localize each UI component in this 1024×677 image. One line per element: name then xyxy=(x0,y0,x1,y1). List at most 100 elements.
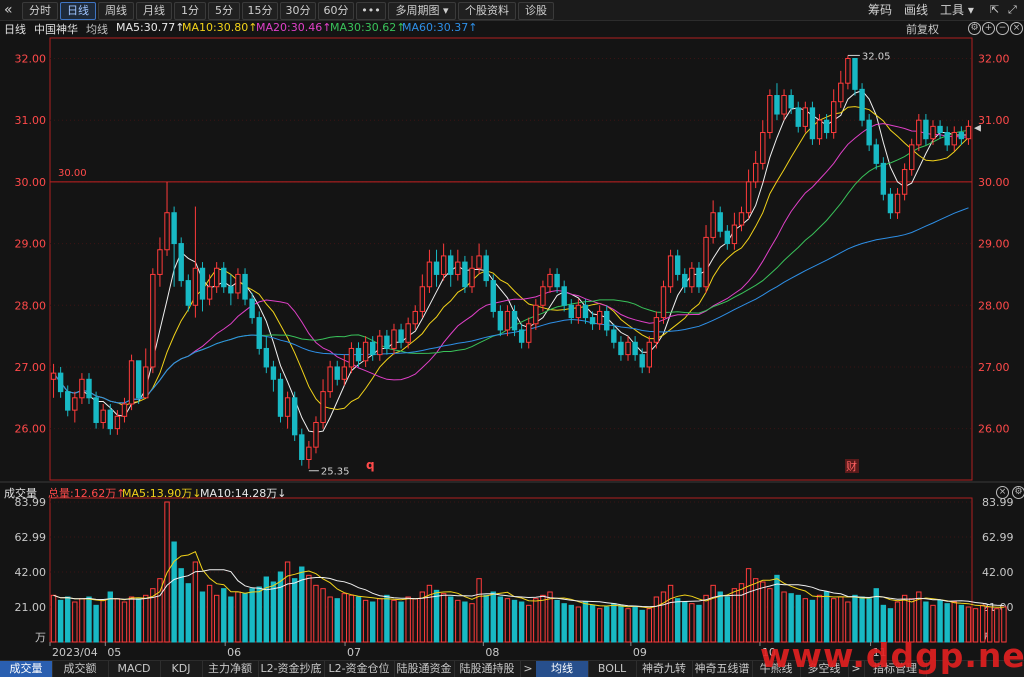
candle-body xyxy=(405,323,411,343)
candle-body xyxy=(774,95,780,115)
candle xyxy=(263,336,270,374)
candle xyxy=(561,280,567,312)
volume-bar xyxy=(291,578,298,643)
candle-body xyxy=(391,329,397,349)
candle-body xyxy=(717,212,723,232)
candle-body xyxy=(696,267,702,288)
candle-body xyxy=(448,255,454,275)
volume-bar xyxy=(391,599,397,643)
volume-bar xyxy=(192,561,199,643)
volume-bar xyxy=(249,588,255,643)
candle-body xyxy=(93,397,99,423)
volume-bar xyxy=(270,581,277,643)
candle xyxy=(299,428,305,466)
indicator-tab-6[interactable]: L2-资金仓位 xyxy=(324,661,395,677)
candle xyxy=(398,323,404,349)
candle xyxy=(327,360,333,398)
indicator-tab-8[interactable]: 陆股通持股 xyxy=(454,661,521,677)
candle xyxy=(618,336,624,361)
indicator-tab-3[interactable]: KDJ xyxy=(160,661,203,677)
indicator-tab-9[interactable]: > xyxy=(520,661,537,677)
candle-body xyxy=(334,366,340,380)
indicator-tab-2[interactable]: MACD xyxy=(108,661,161,677)
volume-bar xyxy=(57,599,64,643)
indicator-tab-5[interactable]: L2-资金抄底 xyxy=(258,661,325,677)
candle xyxy=(256,311,262,355)
volume-bar xyxy=(703,594,709,643)
candle-body xyxy=(370,341,376,356)
candle-body xyxy=(327,366,333,393)
volume-bar xyxy=(171,541,177,643)
candle xyxy=(937,120,943,139)
volume-bar xyxy=(526,604,532,643)
candle xyxy=(206,274,213,306)
volume-bar xyxy=(327,596,333,643)
candle-body xyxy=(206,286,213,300)
indicator-tab-11[interactable]: BOLL xyxy=(588,661,637,677)
volume-bar xyxy=(206,584,213,643)
candle-body xyxy=(738,212,745,226)
candle xyxy=(582,299,589,324)
kline-chart[interactable]: 26.00 26.00 27.00 27.00 28.00 28.00 29.00 29.00… xyxy=(0,0,1024,660)
candle-body xyxy=(171,212,177,245)
indicator-tab-7[interactable]: 陆股通资金 xyxy=(394,661,455,677)
indicator-tab-4[interactable]: 主力净额 xyxy=(202,661,259,677)
indicator-tab-13[interactable]: 神奇五线谱 xyxy=(692,661,753,677)
candle-body xyxy=(50,372,57,380)
candle-body xyxy=(689,267,695,288)
candle xyxy=(79,373,85,404)
candle-body xyxy=(674,255,681,275)
volume-bar xyxy=(221,588,227,643)
price-tick-right: 30.00 xyxy=(978,176,1010,189)
candle xyxy=(164,181,170,256)
candle-body xyxy=(433,261,440,275)
candle xyxy=(143,348,149,399)
candle-body xyxy=(426,261,433,288)
price-tick-right: 28.00 xyxy=(978,299,1010,312)
volume-bar xyxy=(412,598,418,643)
candle-body xyxy=(646,341,652,368)
volume-bar xyxy=(511,599,518,643)
candle-body xyxy=(213,267,220,288)
candle xyxy=(448,249,454,287)
indicator-tab-10[interactable]: 均线 xyxy=(536,661,589,677)
candle xyxy=(958,126,965,145)
volume-bar xyxy=(135,598,142,643)
indicator-tab-12[interactable]: 神奇九转 xyxy=(636,661,693,677)
candle xyxy=(660,280,667,324)
candle xyxy=(625,336,631,361)
candle-body xyxy=(362,341,369,362)
candle xyxy=(604,305,610,337)
volume-bar xyxy=(696,604,702,643)
volume-bar xyxy=(426,584,433,643)
volume-close-icon[interactable]: × xyxy=(996,486,1009,499)
volume-bar xyxy=(760,581,766,643)
candle-body xyxy=(660,286,667,319)
volume-bar xyxy=(752,578,759,643)
volume-bar xyxy=(717,591,723,643)
volume-bar xyxy=(469,603,475,643)
volume-unit-left: 万 xyxy=(35,631,46,644)
indicator-tab-0[interactable]: 成交量 xyxy=(0,661,53,677)
volume-bar xyxy=(596,608,603,643)
candle-body xyxy=(547,273,553,288)
volume-bar xyxy=(334,598,340,643)
volume-settings-icon[interactable]: ⚙ xyxy=(1012,486,1024,499)
candle xyxy=(242,268,248,306)
ma20-line xyxy=(53,123,969,404)
candle-body xyxy=(185,280,191,306)
candle-body xyxy=(384,335,390,349)
volume-bar xyxy=(256,586,262,643)
candle-body xyxy=(419,286,426,312)
candle xyxy=(150,268,156,374)
candle xyxy=(831,89,837,139)
volume-tick-right: 83.99 xyxy=(982,496,1014,509)
candle-body xyxy=(228,286,234,294)
candle-body xyxy=(767,95,773,134)
candle-body xyxy=(816,119,823,140)
candle-body xyxy=(582,304,589,319)
candle xyxy=(93,391,99,429)
indicator-tab-1[interactable]: 成交额 xyxy=(52,661,109,677)
candle xyxy=(50,363,57,398)
candle xyxy=(866,114,872,152)
